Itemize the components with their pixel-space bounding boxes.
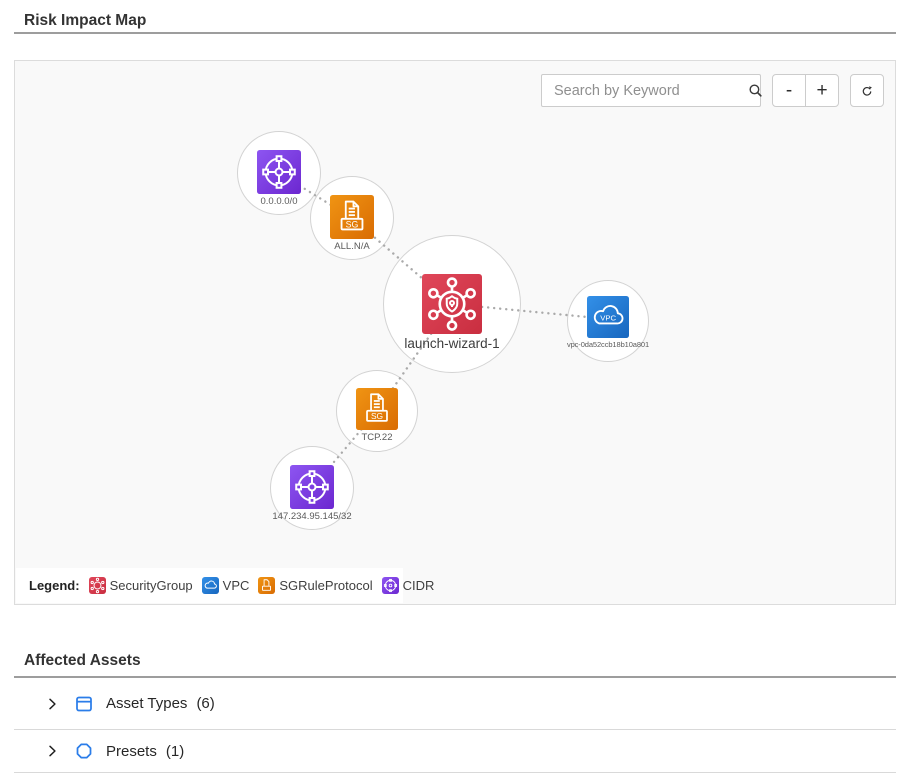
zoom-out-button[interactable]: - [772, 74, 806, 107]
vpc-icon: VPC [587, 296, 629, 338]
security-group-icon [89, 577, 106, 594]
node-label: 147.234.95.145/32 [272, 511, 351, 522]
cidr-icon [257, 150, 301, 194]
node-label: launch-wizard-1 [404, 336, 499, 351]
chevron-right-icon [44, 743, 60, 759]
legend-item-cidr: CIDR [382, 577, 435, 594]
svg-text:SG: SG [346, 219, 359, 229]
node-label: vpc-0da52ccb18b10a801 [567, 340, 649, 349]
node-sg-rule-tcp22[interactable]: SG TCP.22 [336, 370, 418, 452]
asset-row-count: (6) [196, 695, 214, 712]
node-cidr-host[interactable]: 147.234.95.145/32 [270, 446, 354, 530]
cidr-icon [382, 577, 399, 594]
node-sg-rule-all[interactable]: SG ALL.N/A [310, 176, 394, 260]
risk-impact-map-page: Risk Impact Map [0, 0, 907, 784]
svg-text:SG: SG [371, 411, 383, 421]
title-divider [14, 32, 896, 34]
asset-types-icon [74, 694, 94, 714]
node-cidr-any[interactable]: 0.0.0.0/0 [237, 131, 321, 215]
search-box [541, 74, 761, 107]
map-toolbar: - + [541, 74, 884, 107]
legend-label: SecurityGroup [110, 578, 193, 593]
search-input[interactable] [542, 83, 747, 99]
asset-row-presets[interactable]: Presets (1) [14, 730, 896, 773]
node-label: TCP.22 [362, 432, 393, 443]
chevron-right-icon [44, 696, 60, 712]
sg-rule-protocol-icon: SG [330, 195, 374, 239]
legend-item-sg-rule-protocol: SGRuleProtocol [258, 577, 372, 594]
page-title: Risk Impact Map [24, 12, 146, 30]
legend-label: SGRuleProtocol [279, 578, 372, 593]
asset-row-label: Presets [106, 743, 157, 760]
refresh-button[interactable] [850, 74, 884, 107]
security-group-icon [422, 274, 482, 334]
legend-label: CIDR [403, 578, 435, 593]
legend: Legend: SecurityGroup [16, 568, 403, 603]
legend-label: VPC [223, 578, 250, 593]
sg-rule-protocol-icon [258, 577, 275, 594]
legend-item-vpc: VPC [202, 577, 250, 594]
asset-row-asset-types[interactable]: Asset Types (6) [14, 678, 896, 730]
legend-item-security-group: SecurityGroup [89, 577, 193, 594]
sg-rule-protocol-icon: SG [356, 388, 398, 430]
risk-map-canvas[interactable]: 0.0.0.0/0 SG ALL.N/A [14, 60, 896, 605]
svg-text:VPC: VPC [600, 314, 616, 323]
asset-row-label: Asset Types [106, 695, 187, 712]
node-vpc[interactable]: VPC vpc-0da52ccb18b10a801 [567, 280, 649, 362]
search-button[interactable] [747, 75, 764, 106]
node-security-group-launch-wizard-1[interactable]: launch-wizard-1 [383, 235, 521, 373]
legend-title: Legend: [29, 578, 80, 593]
vpc-icon [202, 577, 219, 594]
node-label: ALL.N/A [334, 241, 369, 252]
presets-icon [74, 741, 94, 761]
zoom-in-button[interactable]: + [805, 74, 839, 107]
refresh-icon [859, 83, 875, 99]
cidr-icon [290, 465, 334, 509]
node-label: 0.0.0.0/0 [261, 196, 298, 207]
affected-assets-title: Affected Assets [24, 652, 141, 670]
asset-row-count: (1) [166, 743, 184, 760]
zoom-controls: - + [772, 74, 839, 107]
search-icon [747, 82, 764, 99]
